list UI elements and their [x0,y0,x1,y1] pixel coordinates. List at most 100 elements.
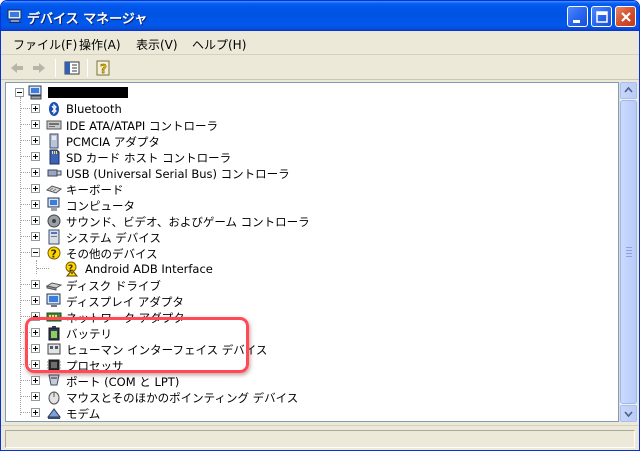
device-tree[interactable]: Bluetooth IDE ATA/ATAPI コントローラ PCMCIA アダプタ… [5,82,619,422]
tree-item-usb[interactable]: USB (Universal Serial Bus) コントローラ [6,165,606,181]
tree-item-label: PCMCIA アダプタ [66,135,160,149]
tree-item-label: バッテリ [66,327,112,341]
tree-item-sound[interactable]: サウンド、ビデオ、およびゲーム コントローラ [6,213,606,229]
menu-help[interactable]: ヘルプ(H) [192,36,246,53]
tree-root[interactable] [6,85,606,101]
computer-icon [46,197,62,213]
tree-item-label: キーボード [66,183,124,197]
back-arrow-icon[interactable] [7,59,27,77]
expand-toggle[interactable] [31,184,40,193]
disk-drive-icon [45,277,63,293]
expand-toggle[interactable] [31,168,40,177]
redacted-computer-name [48,87,128,98]
tree-item-label: サウンド、ビデオ、およびゲーム コントローラ [66,215,310,229]
expand-toggle[interactable] [31,120,40,129]
tree-item-keyboard[interactable]: キーボード [6,181,606,197]
expand-toggle[interactable] [31,232,40,241]
vertical-scrollbar[interactable] [619,82,637,422]
tree-guide-line [21,156,30,157]
tree-item-label: モデム [66,407,101,421]
tree-item-label: SD カード ホスト コントローラ [66,151,232,165]
menu-file[interactable]: ファイル(F) [13,36,77,53]
expand-toggle[interactable] [31,104,40,113]
expand-toggle[interactable] [31,328,40,337]
tree-guide-line [21,316,30,317]
grip-line [626,256,632,257]
tree-guide-line [21,252,30,253]
tree-item-bluetooth[interactable]: Bluetooth [6,101,606,117]
usb-icon [46,165,62,181]
tree-item-battery[interactable]: バッテリ [6,325,606,341]
computer-icon [28,85,44,101]
tree-item-label: その他のデバイス [66,247,158,261]
keyboard-icon [45,181,63,197]
tree-item-unknown-device[interactable]: ? その他のデバイス [6,245,606,261]
tree-item-label: システム デバイス [66,231,161,245]
tree-item-port[interactable]: ポート (COM と LPT) [6,373,606,389]
scroll-down-button[interactable] [620,405,637,422]
tree-item-disk-drive[interactable]: ディスク ドライブ [6,277,606,293]
expand-toggle[interactable] [31,312,40,321]
expand-toggle[interactable] [31,200,40,209]
tree-item-mouse[interactable]: マウスとそのほかのポインティング デバイス [6,389,606,405]
display-adapter-icon [46,293,62,309]
expand-toggle[interactable] [31,408,40,417]
close-button[interactable] [615,6,636,27]
tree-item-modem[interactable]: モデム [6,405,606,421]
tree-item-label: コンピュータ [66,199,135,213]
unknown-device-icon: ? [46,245,62,261]
tree-item-pcmcia[interactable]: PCMCIA アダプタ [6,133,606,149]
status-cell [5,430,635,448]
tree-item-network-adapter[interactable]: ネットワーク アダプタ [6,309,606,325]
tree-item-processor[interactable]: プロセッサ [6,357,606,373]
menu-action[interactable]: 操作(A) [79,36,121,53]
menu-view[interactable]: 表示(V) [136,36,178,53]
expand-toggle[interactable] [31,136,40,145]
expand-toggle[interactable] [31,360,40,369]
tree-item-label: マウスとそのほかのポインティング デバイス [66,391,299,405]
properties-icon[interactable] [62,59,82,77]
tree-guide-line [37,268,49,269]
collapse-toggle[interactable] [31,248,40,257]
minimize-button[interactable] [567,6,588,27]
grip-line [626,247,632,248]
battery-icon [46,325,62,341]
tree-item-label: ディスク ドライブ [66,279,161,293]
tree-guide-line [21,284,30,285]
svg-text:?: ? [51,248,57,261]
expand-toggle[interactable] [31,376,40,385]
maximize-button[interactable] [591,6,612,27]
forward-arrow-icon[interactable] [29,59,49,77]
tree-item-sd-card[interactable]: SD カード ホスト コントローラ [6,149,606,165]
tree-item-ide-controller[interactable]: IDE ATA/ATAPI コントローラ [6,117,606,133]
expand-toggle[interactable] [31,392,40,401]
expand-toggle[interactable] [31,280,40,289]
hid-icon [46,341,62,357]
tree-item-hid[interactable]: ヒューマン インターフェイス デバイス [6,341,606,357]
expand-toggle[interactable] [31,216,40,225]
menu-bar: ファイル(F) 操作(A) 表示(V) ヘルプ(H) [1,31,639,55]
scroll-up-button[interactable] [620,82,637,99]
tree-guide-line [21,380,30,381]
help-icon[interactable]: ? [93,59,113,77]
tree-item-label: ディスプレイ アダプタ [66,295,184,309]
tree-item-android-adb-interface[interactable]: ? Android ADB Interface [6,261,606,277]
tree-guide-line [21,220,30,221]
system-device-icon [46,229,62,245]
tree-guide-line [21,204,30,205]
collapse-toggle[interactable] [15,88,24,97]
expand-toggle[interactable] [31,152,40,161]
tree-item-label: ヒューマン インターフェイス デバイス [66,343,268,357]
expand-toggle[interactable] [31,296,40,305]
port-icon [46,373,62,389]
tree-item-system-device[interactable]: システム デバイス [6,229,606,245]
expand-toggle[interactable] [31,344,40,353]
tree-guide-line [21,332,30,333]
title-bar[interactable]: デバイス マネージャ [1,1,639,31]
scroll-thumb[interactable] [620,100,637,404]
tree-guide-line [21,300,30,301]
tree-item-display-adapter[interactable]: ディスプレイ アダプタ [6,293,606,309]
device-manager-icon [7,8,23,24]
tree-item-computer[interactable]: コンピュータ [6,197,606,213]
tree-guide-line [21,172,30,173]
